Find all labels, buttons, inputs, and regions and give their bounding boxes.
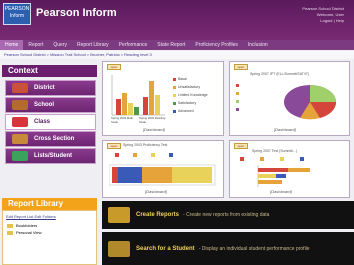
- tab-query[interactable]: Query: [48, 40, 72, 50]
- context-item-class[interactable]: Class: [5, 114, 96, 130]
- banner-title: Create Reports: [136, 212, 180, 218]
- legend: Basal Unsatisfactory Limited Knowledge S…: [173, 77, 208, 113]
- legend: [236, 84, 241, 111]
- panel-footer: [Dashboard]: [270, 189, 292, 194]
- logout-help-links[interactable]: Logout | Help: [302, 18, 344, 24]
- breadcrumb[interactable]: Pearson School District > Mission Trail …: [0, 51, 354, 59]
- tab-inclusion[interactable]: Inclusion: [243, 40, 273, 50]
- report-library-panel: Edit Report List Edit Folders Bookfolder…: [2, 210, 97, 265]
- search-student-banner[interactable]: Search for a Student - Display an indivi…: [102, 232, 354, 265]
- tab-report[interactable]: Report: [23, 40, 48, 50]
- cross-section-icon: [12, 134, 28, 144]
- app-header: [0, 0, 354, 40]
- context-item-label: School: [34, 102, 55, 108]
- context-item-label: Lists/Student: [34, 153, 73, 159]
- district-icon: [12, 83, 28, 93]
- context-item-student[interactable]: Lists/Student: [5, 148, 96, 164]
- banner-desc: - Create new reports from existing data: [183, 212, 270, 218]
- horizontal-bar-chart: [257, 165, 310, 187]
- panel-footer: [Dashboard]: [145, 189, 167, 194]
- panel-open-tab[interactable]: open: [234, 143, 248, 149]
- report-library-links[interactable]: Edit Report List Edit Folders: [3, 211, 96, 222]
- banner-title: Search for a Student: [136, 245, 195, 252]
- folder-item[interactable]: Personal View: [3, 229, 96, 236]
- dashboard-panel-1: open Spring 2003 Math Scale Spring 2003 …: [102, 61, 224, 136]
- x-label: Spring 2003 Math Scale: [111, 116, 134, 124]
- legend: [115, 153, 175, 157]
- pie-chart: [284, 85, 337, 120]
- class-icon: [12, 117, 28, 127]
- panel-footer: [Dashboard]: [143, 127, 165, 132]
- x-axis-labels: Spring 2003 Math Scale Spring 2003 Readi…: [111, 116, 171, 124]
- tab-proficiency[interactable]: Proficiency Profiles: [190, 40, 243, 50]
- folder-icon: [7, 230, 13, 235]
- panel-title: Spring 2003 Proficiency Test: [123, 143, 168, 147]
- context-item-label: Cross Section: [34, 136, 75, 142]
- context-item-label: Class: [34, 119, 51, 125]
- folder-item[interactable]: Bookfolders: [3, 222, 96, 229]
- context-item-label: District: [34, 85, 55, 91]
- legend-item: Advanced: [173, 109, 208, 113]
- main-nav: Home Report Query Report Library Perform…: [0, 40, 354, 50]
- folder-icon: [7, 223, 13, 228]
- x-label: Spring 2003 Reading Scale: [139, 116, 166, 124]
- folder-label: Bookfolders: [16, 223, 38, 228]
- dashboard-panel-2: open Spring 2007 IPT (ELL/Summit/SAT/IT)…: [229, 61, 350, 136]
- legend-item: Satisfactory: [173, 101, 208, 105]
- dashboard-panel-4: open Spring 2007 Test (Summit/...) [Dash…: [229, 140, 350, 198]
- panel-footer: [Dashboard]: [274, 127, 296, 132]
- legend-item: Limited Knowledge: [173, 93, 208, 97]
- legend-item: Unsatisfactory: [173, 85, 208, 89]
- context-item-district[interactable]: District: [5, 80, 96, 96]
- dashboard-panel-3: open Spring 2003 Proficiency Test [Dashb…: [102, 140, 224, 198]
- legend-item: Basal: [173, 77, 208, 81]
- tab-home[interactable]: Home: [0, 40, 24, 50]
- student-icon: [12, 151, 28, 161]
- create-reports-icon: [108, 207, 130, 223]
- context-title: Context: [2, 65, 97, 77]
- tab-report-library[interactable]: Report Library: [72, 40, 114, 50]
- context-item-school[interactable]: School: [5, 97, 96, 113]
- user-info: Pearson School District Welcome, User Lo…: [302, 6, 344, 24]
- legend: [240, 157, 306, 161]
- school-icon: [12, 100, 28, 110]
- create-reports-banner[interactable]: Create Reports - Create new reports from…: [102, 201, 354, 229]
- panel-open-tab[interactable]: open: [107, 64, 121, 70]
- tab-performance[interactable]: Performance: [114, 40, 153, 50]
- panel-open-tab[interactable]: open: [107, 143, 121, 149]
- stacked-bar-chart: [109, 164, 216, 186]
- tab-state-report[interactable]: State Report: [152, 40, 190, 50]
- context-item-cross-section[interactable]: Cross Section: [5, 131, 96, 147]
- app-title: Pearson Inform: [36, 7, 117, 19]
- banner-desc: - Display an individual student performa…: [198, 245, 310, 252]
- pearson-logo: PEARSON Inform: [3, 3, 31, 25]
- report-library-title: Report Library: [2, 198, 97, 210]
- panel-open-tab[interactable]: open: [234, 64, 248, 70]
- panel-title: Spring 2007 Test (Summit/...): [252, 149, 298, 153]
- panel-title: Spring 2007 IPT (ELL/Summit/SAT/IT): [250, 72, 310, 76]
- search-student-icon: [108, 240, 130, 257]
- folder-label: Personal View: [16, 230, 42, 235]
